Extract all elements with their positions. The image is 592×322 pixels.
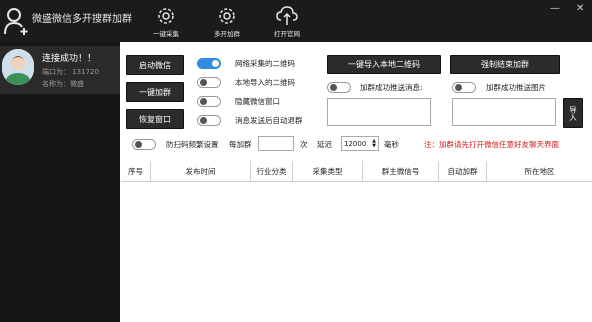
gear-icon (158, 8, 174, 24)
multi-open-label: 多开加群 (214, 30, 240, 38)
start-wechat-button[interactable]: 启动微信 (126, 55, 184, 75)
column-header[interactable]: 发布时间 (151, 161, 251, 181)
auto-quit-toggle[interactable] (197, 115, 221, 126)
account-item[interactable]: 连接成功！！ 端口为： 131720 名称为：微盛 (0, 46, 120, 94)
import-local-qr-button[interactable]: 一键导入本地二维码 (327, 55, 441, 74)
app-title: 微盛微信多开搜群加群 (32, 14, 132, 25)
force-stop-button[interactable]: 强制结束加群 (450, 55, 560, 74)
times-label: 次 (300, 140, 308, 149)
delay-label: 延迟 (317, 140, 332, 149)
cloud-upload-icon (276, 6, 298, 25)
anti-scan-toggle[interactable] (132, 139, 156, 150)
import-image-button[interactable]: 导入 (563, 98, 583, 128)
column-header[interactable]: 自动加群 (439, 161, 487, 181)
minimize-button[interactable]: — (550, 3, 560, 14)
network-qr-toggle[interactable] (197, 58, 221, 69)
column-header[interactable]: 所在地区 (487, 161, 592, 181)
local-qr-toggle[interactable] (197, 77, 221, 88)
auto-quit-label: 消息发送后自动退群 (235, 116, 303, 125)
join-success-msg-label: 加群成功推送消息: (360, 83, 423, 92)
table-body[interactable] (121, 182, 592, 322)
close-button[interactable]: ✕ (576, 3, 584, 14)
local-qr-label: 本地导入的二维码 (235, 78, 295, 87)
gear-icon (219, 8, 235, 24)
join-success-img-label: 加群成功推送图片 (486, 83, 546, 92)
column-header[interactable]: 采集类型 (293, 161, 363, 181)
multi-open-button[interactable]: 多开加群 (204, 6, 250, 40)
open-site-button[interactable]: 打开官网 (264, 6, 310, 40)
join-success-msg-input[interactable] (327, 98, 431, 126)
open-site-label: 打开官网 (274, 30, 300, 38)
hide-wechat-label: 隐藏微信窗口 (235, 97, 280, 106)
collect-label: 一键采集 (153, 30, 179, 38)
avatar (2, 49, 34, 85)
account-sidebar: 连接成功！！ 端口为： 131720 名称为：微盛 (0, 42, 120, 322)
table-header: 序号 发布时间 行业分类 采集类型 群主微信号 自动加群 所在地区 (121, 161, 592, 182)
join-success-msg-toggle[interactable] (327, 82, 351, 93)
column-header[interactable]: 行业分类 (251, 161, 293, 181)
join-success-img-input[interactable] (452, 98, 556, 126)
notice-text: 注：加群请先打开微信任意好友聊天界面 (424, 140, 559, 149)
restore-window-button[interactable]: 恢复窗口 (126, 109, 184, 129)
per-join-label: 每加群 (229, 140, 252, 149)
title-bar: 微盛微信多开搜群加群 一键采集 多开加群 打开官网 — ✕ (0, 0, 592, 42)
account-name: 名称为：微盛 (42, 80, 84, 88)
per-join-input[interactable] (258, 136, 294, 151)
column-header[interactable]: 序号 (121, 161, 151, 181)
anti-scan-label: 防扫码频繁设置 (166, 140, 219, 149)
connection-status: 连接成功！！ (42, 54, 97, 64)
delay-value: 12000 (344, 139, 367, 148)
hide-wechat-toggle[interactable] (197, 96, 221, 107)
ms-label: 毫秒 (384, 140, 399, 149)
one-click-join-button[interactable]: 一键加群 (126, 82, 184, 102)
delay-input[interactable]: 12000 ▲ ▼ (341, 136, 379, 151)
collect-button[interactable]: 一键采集 (143, 6, 189, 40)
join-success-img-toggle[interactable] (452, 82, 476, 93)
account-port: 端口为： 131720 (42, 68, 99, 76)
column-header[interactable]: 群主微信号 (363, 161, 439, 181)
import-image-label: 导入 (568, 105, 578, 121)
app-logo-icon (4, 8, 28, 35)
spinner-icon[interactable]: ▲ ▼ (372, 138, 376, 149)
network-qr-label: 网络采集的二维码 (235, 59, 295, 68)
